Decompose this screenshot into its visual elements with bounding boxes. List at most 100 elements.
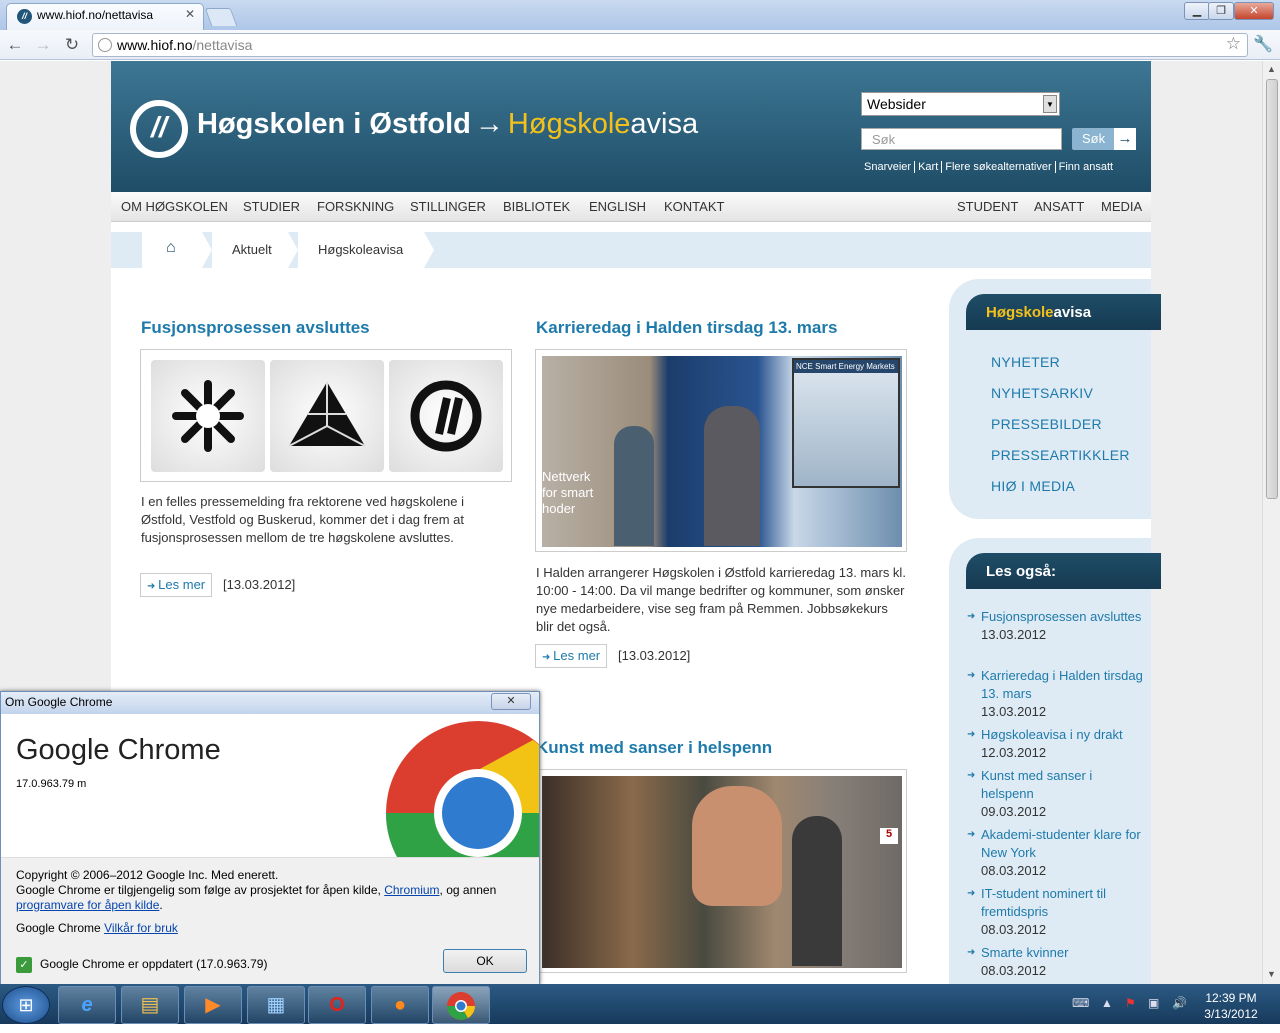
related-item-title: IT-student nominert til fremtidspris	[981, 886, 1106, 919]
ok-button[interactable]: OK	[443, 949, 527, 973]
control-panel-icon[interactable]: ▦	[247, 986, 305, 1024]
menu-item-media[interactable]: MEDIA	[1101, 199, 1142, 214]
article-image-frame[interactable]	[140, 349, 512, 482]
close-window-button[interactable]: ✕	[1234, 2, 1274, 20]
sidebar-link-hio-i-media[interactable]: HIØ I MEDIA	[991, 478, 1075, 494]
update-status: Google Chrome er oppdatert (17.0.963.79)	[40, 957, 268, 971]
sidebar-link-pressebilder[interactable]: PRESSEBILDER	[991, 416, 1102, 432]
breadcrumb-hogskoleavisa[interactable]: Høgskoleavisa	[298, 232, 434, 268]
search-input[interactable]: Søk	[861, 128, 1062, 150]
checkmark-icon: ✓	[16, 957, 32, 973]
clock-time: 12:39 PM	[1205, 991, 1257, 1005]
article-title[interactable]: Fusjonsprosessen avsluttes	[141, 318, 370, 338]
related-item[interactable]: Høgskoleavisa i ny drakt 12.03.2012	[967, 726, 1146, 762]
scroll-down-icon[interactable]: ▼	[1267, 969, 1276, 979]
arrow-right-icon[interactable]: →	[1114, 128, 1136, 150]
minimize-button[interactable]: ▁	[1184, 2, 1210, 20]
open-source-link[interactable]: programvare for åpen kilde	[16, 898, 159, 912]
article-image-frame[interactable]: NCE Smart Energy Markets Nettverk for sm…	[535, 349, 907, 552]
wrench-menu-icon[interactable]: 🔧	[1253, 34, 1273, 54]
internet-explorer-icon[interactable]: e	[58, 986, 116, 1024]
browser-tab[interactable]: // www.hiof.no/nettavisa ✕	[6, 3, 204, 30]
chevron-up-icon[interactable]: ▲	[1101, 996, 1113, 1010]
sidebar-link-nyhetsarkiv[interactable]: NYHETSARKIV	[991, 385, 1093, 401]
scrollbar[interactable]: ▲ ▼	[1262, 61, 1280, 984]
search-scope-value: Websider	[867, 96, 926, 112]
volume-icon[interactable]: 🔊	[1172, 996, 1187, 1010]
bookmark-star-icon[interactable]: ☆	[1226, 34, 1241, 54]
related-item[interactable]: Fusjonsprosessen avsluttes 13.03.2012	[967, 608, 1146, 644]
read-more-button[interactable]: ➜ Les mer	[535, 644, 608, 668]
action-center-icon[interactable]: ⚑	[1125, 996, 1136, 1010]
license-text: Google Chrome er tilgjengelig som følge …	[16, 883, 526, 913]
related-item[interactable]: IT-student nominert til fremtidspris 08.0…	[967, 885, 1146, 939]
browser-toolbar: ← → ↻ www.hiof.no/nettavisa ☆	[0, 30, 1280, 60]
firefox-icon[interactable]: ●	[371, 986, 429, 1024]
related-item[interactable]: Karrieredag i Halden tirsdag 13. mars 13.…	[967, 667, 1146, 721]
quick-link-kart[interactable]: Kart	[915, 161, 943, 173]
chrome-icon[interactable]	[432, 986, 490, 1024]
read-more-label: Les mer	[553, 648, 601, 663]
quick-link-find-staff[interactable]: Finn ansatt	[1056, 161, 1116, 173]
url-host: www.hiof.no	[117, 37, 193, 53]
menu-item-ansatt[interactable]: ANSATT	[1034, 199, 1084, 214]
tos-prefix: Google Chrome	[16, 921, 101, 935]
logo-hogskole: Høgskole	[507, 108, 631, 140]
terms-link[interactable]: Vilkår for bruk	[104, 921, 178, 935]
read-more-button[interactable]: ➜ Les mer	[140, 573, 213, 597]
person-silhouette	[614, 426, 654, 546]
scrollbar-thumb[interactable]	[1266, 79, 1278, 499]
maximize-button[interactable]: ❐	[1208, 2, 1234, 20]
keyboard-icon[interactable]: ⌨	[1072, 996, 1089, 1010]
menu-item-bibliotek[interactable]: BIBLIOTEK	[503, 199, 570, 214]
menu-item-om-hogskolen[interactable]: OM HØGSKOLEN	[121, 199, 228, 214]
related-item[interactable]: Smarte kvinner 08.03.2012	[967, 944, 1146, 980]
network-icon[interactable]: ▣	[1148, 996, 1159, 1010]
version-text: 17.0.963.79 m	[16, 778, 87, 790]
related-item[interactable]: Kunst med sanser i helspenn 09.03.2012	[967, 767, 1146, 821]
related-item-title: Karrieredag i Halden tirsdag 13. mars	[981, 668, 1143, 701]
back-button[interactable]: ←	[4, 34, 26, 56]
opera-icon[interactable]: O	[308, 986, 366, 1024]
article-title[interactable]: Kunst med sanser i helspenn	[536, 738, 772, 758]
sidebar-link-presseartikkler[interactable]: PRESSEARTIKKLER	[991, 447, 1130, 463]
reload-button[interactable]: ↻	[61, 34, 83, 56]
url-path: /nettavisa	[192, 37, 253, 53]
system-clock[interactable]: 12:39 PM 3/13/2012	[1196, 990, 1266, 1022]
related-item[interactable]: Akademi-studenter klare for New York 08.0…	[967, 826, 1146, 880]
menu-item-stillinger[interactable]: STILLINGER	[410, 199, 486, 214]
banner-text: Nettverk for smart hoder	[542, 469, 594, 516]
license-text-b: , og annen	[439, 883, 497, 897]
quick-link-snarveier[interactable]: Snarveier	[861, 161, 916, 173]
address-bar[interactable]: www.hiof.no/nettavisa ☆	[92, 33, 1248, 57]
site-logo-text[interactable]: Høgskolen i Østfold → Høgskoleavisa	[197, 108, 698, 141]
article-image-frame[interactable]: 5	[535, 769, 907, 973]
menu-item-kontakt[interactable]: KONTAKT	[664, 199, 724, 214]
hiof-logo-icon[interactable]: //	[130, 100, 188, 158]
forward-button[interactable]: →	[32, 34, 54, 56]
menu-item-english[interactable]: ENGLISH	[589, 199, 646, 214]
dialog-close-button[interactable]: ✕	[491, 693, 531, 710]
chevron-down-icon[interactable]: ▼	[1043, 95, 1057, 113]
tab-close-icon[interactable]: ✕	[185, 7, 195, 21]
sidebar-title-hogskole: Høgskole	[986, 304, 1054, 321]
menu-item-studier[interactable]: STUDIER	[243, 199, 300, 214]
menu-item-forskning[interactable]: FORSKNING	[317, 199, 394, 214]
related-item-date: 13.03.2012	[981, 704, 1047, 719]
chromium-link[interactable]: Chromium	[384, 883, 439, 897]
media-player-icon[interactable]: ▶	[184, 986, 242, 1024]
breadcrumb-aktuelt[interactable]: Aktuelt	[212, 232, 298, 268]
search-scope-select[interactable]: Websider ▼	[861, 92, 1060, 116]
person-silhouette	[704, 406, 760, 546]
triangle-logo-icon	[270, 360, 384, 472]
related-item-date: 09.03.2012	[981, 804, 1047, 819]
license-text-a: Google Chrome er tilgjengelig som følge …	[16, 883, 381, 897]
quick-link-search-options[interactable]: Flere søkealternativer	[942, 161, 1056, 173]
sidebar-link-nyheter[interactable]: NYHETER	[991, 354, 1060, 370]
start-button[interactable]: ⊞	[2, 986, 50, 1024]
explorer-icon[interactable]: ▤	[121, 986, 179, 1024]
home-icon[interactable]: ⌂	[142, 232, 212, 268]
menu-item-student[interactable]: STUDENT	[957, 199, 1018, 214]
scroll-up-icon[interactable]: ▲	[1267, 64, 1276, 74]
article-title[interactable]: Karrieredag i Halden tirsdag 13. mars	[536, 318, 837, 338]
